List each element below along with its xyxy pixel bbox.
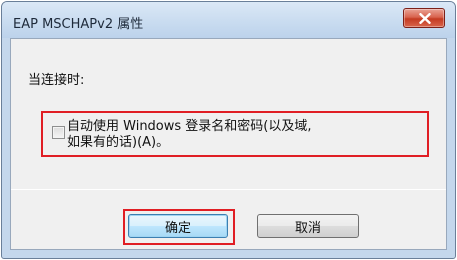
divider [11, 189, 446, 190]
checkbox-label-line-1: 自动使用 Windows 登录名和密码(以及域, [67, 119, 312, 134]
close-button[interactable] [403, 8, 445, 28]
section-label: 当连接时: [28, 73, 85, 88]
close-icon [419, 13, 431, 24]
dialog-client-area: 当连接时: 自动使用 Windows 登录名和密码(以及域, 如果有的话)(A)… [10, 38, 447, 250]
title-bar[interactable]: EAP MSCHAPv2 属性 [2, 2, 455, 38]
cancel-button[interactable]: 取消 [257, 214, 359, 238]
auto-login-checkbox[interactable] [52, 126, 65, 139]
dialog-window: EAP MSCHAPv2 属性 当连接时: 自动使用 Windows 登录名和密… [1, 1, 456, 259]
auto-login-checkbox-row[interactable]: 自动使用 Windows 登录名和密码(以及域, 如果有的话)(A)。 [41, 111, 429, 157]
checkbox-label-line-2: 如果有的话)(A)。 [67, 135, 170, 150]
auto-login-checkbox-label[interactable]: 自动使用 Windows 登录名和密码(以及域, 如果有的话)(A)。 [67, 119, 312, 151]
window-title: EAP MSCHAPv2 属性 [13, 17, 144, 32]
ok-button[interactable]: 确定 [128, 214, 228, 238]
